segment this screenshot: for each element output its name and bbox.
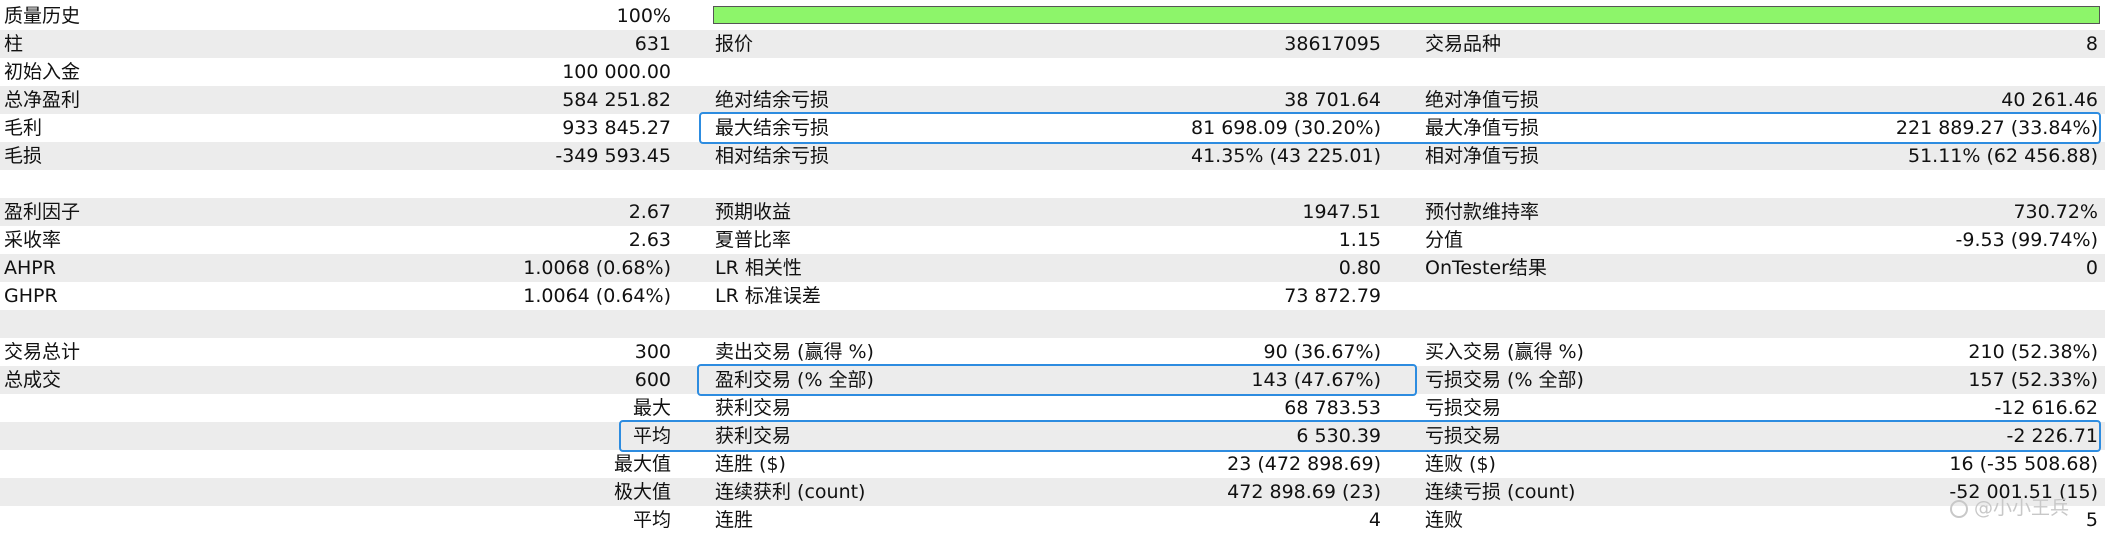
row-spacer: [0, 170, 2105, 198]
gross-profit-value: 933 845.27: [562, 117, 671, 139]
balance-drawdown-relative-value: 41.35% (43 225.01): [1190, 145, 1381, 167]
row-ahpr: AHPR 1.0068 (0.68%) LR 相关性 0.80 OnTester…: [0, 254, 2105, 282]
strategy-tester-report: 质量历史 100% 柱 631 报价 38617095 交易品种 8 初始入金 …: [0, 0, 2105, 539]
initial-deposit-label: 初始入金: [4, 61, 81, 83]
sharpe-ratio-value: 1.15: [1338, 229, 1381, 251]
ghpr-value: 1.0064 (0.64%): [523, 285, 671, 307]
ticks-value: 38617095: [1284, 33, 1381, 55]
row-history-quality: 质量历史 100%: [0, 2, 2105, 30]
largest-profit-trade-value: 68 783.53: [1284, 397, 1381, 419]
largest-label: 最大: [632, 397, 671, 419]
row-profit-factor: 盈利因子 2.67 预期收益 1947.51 预付款维持率 730.72%: [0, 198, 2105, 226]
largest-loss-trade-value: -12 616.62: [1994, 397, 2098, 419]
bars-label: 柱: [4, 33, 24, 55]
ontester-result-value: 0: [2085, 257, 2098, 279]
row-largest: 最大 获利交易 68 783.53 亏损交易 -12 616.62: [0, 394, 2105, 422]
row-total-deals: 总成交 600 盈利交易 (% 全部) 143 (47.67%) 亏损交易 (%…: [0, 366, 2105, 394]
average-profit-trade-value: 6 530.39: [1296, 425, 1381, 447]
history-quality-bar-fill: [714, 7, 2099, 23]
recovery-factor-label: 采收率: [4, 229, 62, 251]
margin-level-value: 730.72%: [2013, 201, 2098, 223]
row-bars: 柱 631 报价 38617095 交易品种 8: [0, 30, 2105, 58]
row-initial-deposit: 初始入金 100 000.00: [0, 58, 2105, 86]
long-trades-value: 210 (52.38%): [1968, 341, 2098, 363]
ahpr-value: 1.0068 (0.68%): [523, 257, 671, 279]
history-quality-bar: [713, 6, 2100, 24]
net-profit-value: 584 251.82: [562, 89, 671, 111]
row-recovery-factor: 采收率 2.63 夏普比率 1.15 分值 -9.53 (99.74%): [0, 226, 2105, 254]
total-trades-value: 300: [634, 341, 671, 363]
history-quality-label: 质量历史: [4, 5, 81, 27]
row-maximal-consecutive: 极大值 连续获利 (count) 472 898.69 (23) 连续亏损 (c…: [0, 478, 2105, 506]
total-deals-value: 600: [634, 369, 671, 391]
profit-factor-label: 盈利因子: [4, 201, 81, 223]
row-net-profit: 总净盈利 584 251.82 绝对结余亏损 38 701.64 绝对净值亏损 …: [0, 86, 2105, 114]
total-trades-label: 交易总计: [4, 341, 81, 363]
average-label: 平均: [632, 425, 671, 447]
equity-drawdown-absolute-value: 40 261.46: [2001, 89, 2098, 111]
watermark-text: @小小王兵: [1974, 497, 2070, 519]
recovery-factor-value: 2.63: [628, 229, 671, 251]
equity-drawdown-maximal-value: 221 889.27 (33.84%): [1895, 117, 2098, 139]
max-consecutive-wins-value: 23 (472 898.69): [1227, 453, 1381, 475]
gross-loss-value: -349 593.45: [555, 145, 671, 167]
symbols-value: 8: [2085, 33, 2098, 55]
average-consecutive-wins-value: 4: [1368, 509, 1381, 531]
profit-factor-value: 2.67: [628, 201, 671, 223]
watermark: @小小王兵: [1950, 494, 2069, 522]
average-consecutive-label: 平均: [632, 509, 671, 531]
total-deals-label: 总成交: [4, 369, 62, 391]
z-score-value: -9.53 (99.74%): [1955, 229, 2098, 251]
equity-drawdown-relative-value: 51.11% (62 456.88): [1907, 145, 2098, 167]
maximum-consecutive-label: 最大值: [613, 453, 671, 475]
row-gross-loss: 毛损 -349 593.45 相对结余亏损 41.35% (43 225.01)…: [0, 142, 2105, 170]
max-consecutive-losses-value: 16 (-35 508.68): [1949, 453, 2098, 475]
gross-profit-label: 毛利: [4, 117, 43, 139]
row-spacer: [0, 310, 2105, 338]
maximal-consecutive-profit-value: 472 898.69 (23): [1227, 481, 1381, 503]
row-gross-profit: 毛利 933 845.27 最大结余亏损 81 698.09 (30.20%) …: [0, 114, 2105, 142]
expected-payoff-value: 1947.51: [1302, 201, 1381, 223]
ahpr-label: AHPR: [4, 257, 56, 279]
lr-correlation-value: 0.80: [1338, 257, 1381, 279]
row-total-trades: 交易总计 300 卖出交易 (赢得 %) 90 (36.67%) 买入交易 (赢…: [0, 338, 2105, 366]
ghpr-label: GHPR: [4, 285, 58, 307]
net-profit-label: 总净盈利: [4, 89, 81, 111]
average-loss-trade-value: -2 226.71: [2006, 425, 2098, 447]
loss-trades-value: 157 (52.33%): [1968, 369, 2098, 391]
short-trades-value: 90 (36.67%): [1263, 341, 1382, 363]
bars-value: 631: [634, 33, 671, 55]
profit-trades-value: 143 (47.67%): [1251, 369, 1381, 391]
row-average: 平均 获利交易 6 530.39 亏损交易 -2 226.71: [0, 422, 2105, 450]
maximal-consecutive-label: 极大值: [613, 481, 671, 503]
row-maximum-consecutive: 最大值 连胜 ($) 23 (472 898.69) 连败 ($) 16 (-3…: [0, 450, 2105, 478]
gross-loss-label: 毛损: [4, 145, 43, 167]
lr-standard-error-value: 73 872.79: [1284, 285, 1381, 307]
balance-drawdown-maximal-value: 81 698.09 (30.20%): [1190, 117, 1381, 139]
watermark-logo-icon: [1950, 500, 1968, 518]
row-ghpr: GHPR 1.0064 (0.64%) LR 标准误差 73 872.79: [0, 282, 2105, 310]
balance-drawdown-absolute-value: 38 701.64: [1284, 89, 1381, 111]
history-quality-value: 100%: [616, 5, 671, 27]
initial-deposit-value: 100 000.00: [562, 61, 671, 83]
row-average-consecutive: 平均 连胜 4 连败 5: [0, 506, 2105, 534]
